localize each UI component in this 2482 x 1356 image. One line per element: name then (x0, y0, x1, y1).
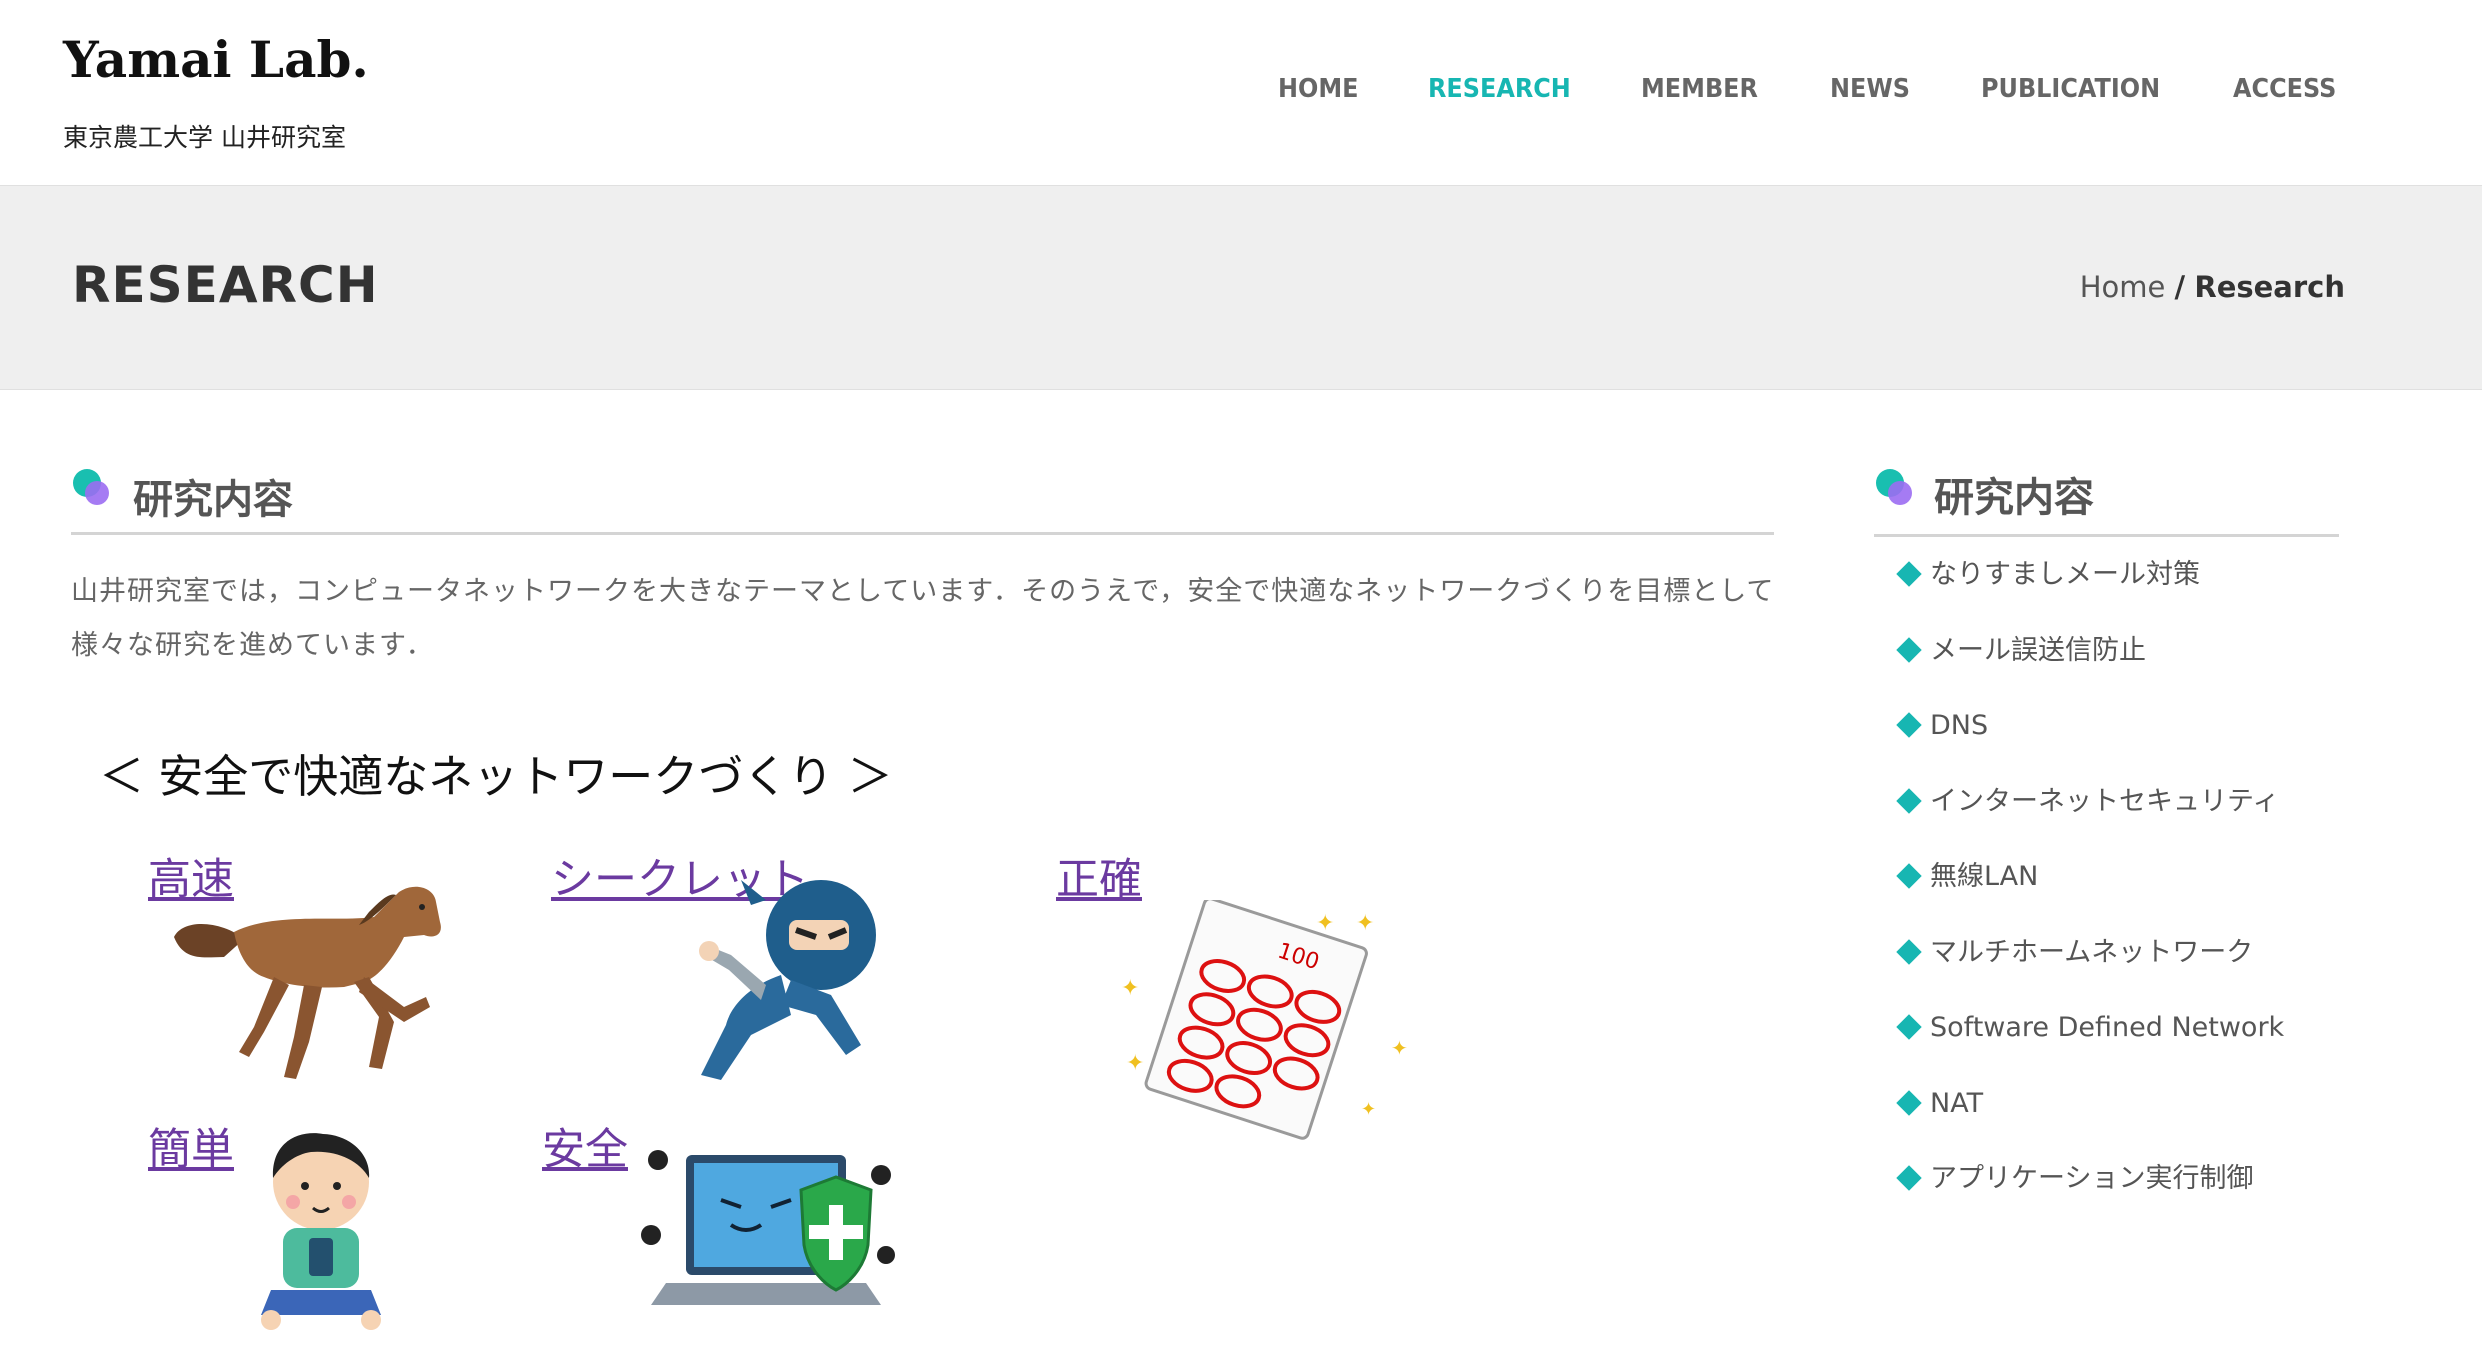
nav-publication[interactable]: PUBLICATION (1981, 74, 2160, 104)
sidebar-title: 研究内容 (1934, 475, 2094, 521)
sidebar: 研究内容 なりすましメール対策 メール誤送信防止 DNS インターネットセキュリ… (1874, 455, 2339, 1217)
sidebar-item-label: メール誤送信防止 (1930, 634, 2146, 666)
diamond-bullet-icon (1896, 787, 1922, 814)
nav-news[interactable]: NEWS (1830, 74, 1910, 104)
sidebar-header: 研究内容 (1874, 455, 2339, 537)
diamond-bullet-icon (1896, 938, 1922, 965)
sidebar-item-label: 無線LAN (1930, 861, 2039, 892)
sidebar-item-internet-security[interactable]: インターネットセキュリティ (1874, 764, 2339, 840)
sidebar-item-label: インターネットセキュリティ (1930, 785, 2280, 817)
main-content: 研究内容 山井研究室では，コンピュータネットワークを大きなテーマとしています．そ… (71, 455, 1774, 1330)
diamond-bullet-icon (1896, 863, 1922, 889)
main-nav: HOME RESEARCH MEMBER NEWS PUBLICATION AC… (0, 74, 2482, 114)
diamond-bullet-icon (1896, 1089, 1922, 1116)
diamond-bullet-icon (1896, 1165, 1922, 1191)
svg-text:✦: ✦ (1391, 1036, 1408, 1060)
boy-smartphone-icon (261, 1133, 381, 1330)
page-title: RESEARCH (72, 256, 379, 314)
diamond-bullet-icon (1896, 636, 1922, 663)
ninja-icon (699, 880, 876, 1080)
main-section-header: 研究内容 (71, 455, 1774, 535)
svg-text:✦: ✦ (1356, 911, 1374, 936)
sidebar-item-sdn[interactable]: Software Defined Network (1874, 990, 2339, 1066)
nav-home[interactable]: HOME (1278, 74, 1359, 104)
svg-text:✦: ✦ (1361, 1099, 1376, 1120)
sidebar-item-label: なりすましメール対策 (1930, 559, 2200, 590)
goal-heading: ＜ 安全で快適なネットワークづくり ＞ (99, 750, 893, 803)
nav-research[interactable]: RESEARCH (1428, 74, 1571, 104)
secure-laptop-icon (641, 1150, 895, 1305)
sidebar-item-app-control[interactable]: アプリケーション実行制御 (1874, 1141, 2339, 1217)
sidebar-item-spoofing-mail[interactable]: なりすましメール対策 (1874, 537, 2339, 613)
breadcrumb-home-link[interactable]: Home (2080, 270, 2166, 304)
diamond-bullet-icon (1896, 1014, 1922, 1040)
main-section-title: 研究内容 (133, 477, 293, 523)
nav-member[interactable]: MEMBER (1641, 74, 1758, 104)
sidebar-item-dns[interactable]: DNS (1874, 688, 2339, 764)
breadcrumb: Home / Research (2080, 270, 2345, 304)
horse-icon (174, 886, 441, 1079)
svg-text:✦: ✦ (1126, 1051, 1144, 1076)
sidebar-item-label: マルチホームネットワーク (1930, 936, 2254, 968)
site-tagline: 東京農工大学 山井研究室 (63, 123, 346, 152)
breadcrumb-separator: / (2174, 270, 2186, 304)
sidebar-item-wireless-lan[interactable]: 無線LAN (1874, 839, 2339, 915)
sidebar-item-multihome[interactable]: マルチホームネットワーク (1874, 915, 2339, 991)
breadcrumb-current: Research (2194, 270, 2345, 304)
sidebar-research-list: なりすましメール対策 メール誤送信防止 DNS インターネットセキュリティ 無線… (1874, 537, 2339, 1217)
feature-link-accurate[interactable]: 正確 (1056, 845, 1142, 907)
sidebar-item-label: DNS (1930, 710, 1989, 741)
sidebar-item-label: Software Defined Network (1930, 1012, 2285, 1043)
bubble-dots-icon (73, 469, 109, 505)
sidebar-item-mail-misdelivery[interactable]: メール誤送信防止 (1874, 613, 2339, 689)
bubble-dots-icon (1876, 469, 1912, 505)
feature-link-safe[interactable]: 安全 (542, 1115, 628, 1177)
sidebar-item-label: アプリケーション実行制御 (1930, 1163, 2254, 1194)
intro-text: 山井研究室では，コンピュータネットワークを大きなテーマとしています．そのうえで，… (71, 576, 1775, 661)
site-header: Yamai Lab. 東京農工大学 山井研究室 HOME RESEARCH ME… (0, 0, 2482, 185)
page-title-band: RESEARCH Home / Research (0, 185, 2482, 390)
svg-text:✦: ✦ (1316, 911, 1334, 936)
diamond-bullet-icon (1896, 712, 1922, 738)
diamond-bullet-icon (1896, 561, 1922, 587)
svg-text:✦: ✦ (1121, 976, 1139, 1001)
sidebar-item-label: NAT (1930, 1087, 1984, 1119)
feature-link-easy[interactable]: 簡単 (148, 1115, 234, 1177)
sidebar-item-nat[interactable]: NAT (1874, 1066, 2339, 1142)
test-paper-icon: 100 ✦ ✦ ✦ ✦ ✦ ✦ (1121, 900, 1408, 1140)
nav-access[interactable]: ACCESS (2233, 74, 2336, 104)
